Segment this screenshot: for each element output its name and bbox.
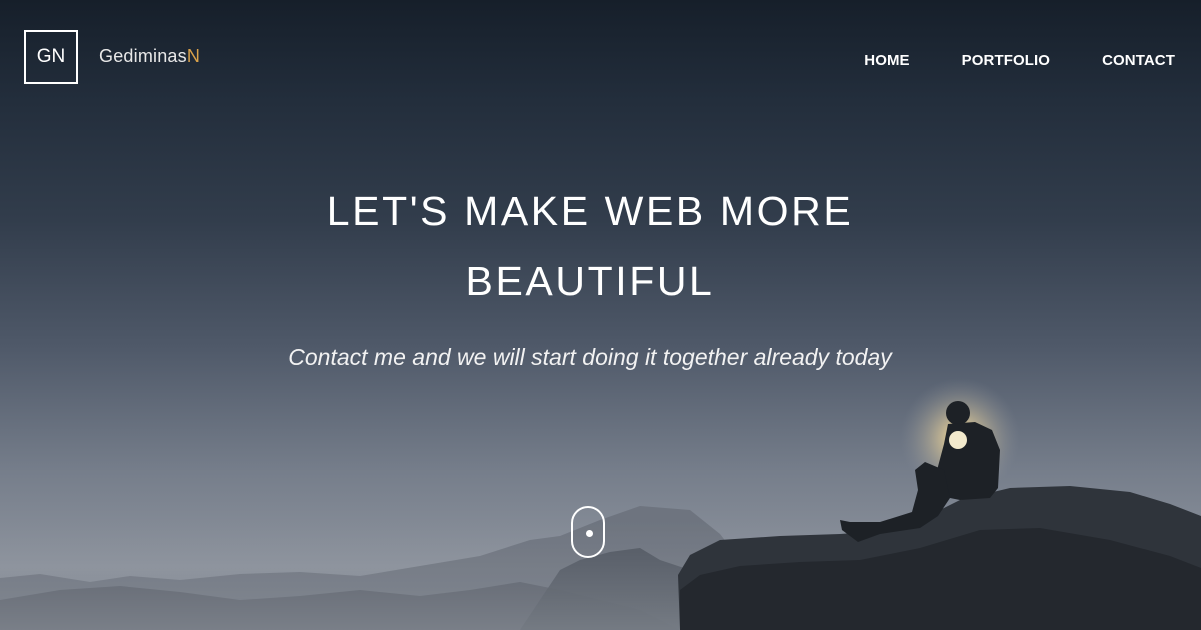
main-nav: HOME PORTFOLIO CONTACT [812,52,1175,69]
hero-subline: Contact me and we will start doing it to… [288,344,892,370]
logo[interactable]: GN [24,30,78,84]
mouse-scroll-icon[interactable] [571,506,605,558]
hero-section: GN GediminasN HOME PORTFOLIO CONTACT LET… [0,0,1201,630]
brand-name-accent: N [186,46,201,66]
nav-portfolio-link[interactable]: PORTFOLIO [962,52,1050,69]
nav-contact-link[interactable]: CONTACT [1102,52,1175,69]
hero-headline: LET'S MAKE WEB MORE BEAUTIFUL [250,176,930,316]
scroll-dot [586,530,593,537]
hero-headline-line2: BEAUTIFUL [465,258,715,304]
brand-name[interactable]: GediminasN [99,46,200,67]
nav-home-link[interactable]: HOME [864,52,909,69]
hero-headline-line1: LET'S MAKE WEB MORE [326,188,854,234]
brand-name-main: Gediminas [99,46,187,66]
